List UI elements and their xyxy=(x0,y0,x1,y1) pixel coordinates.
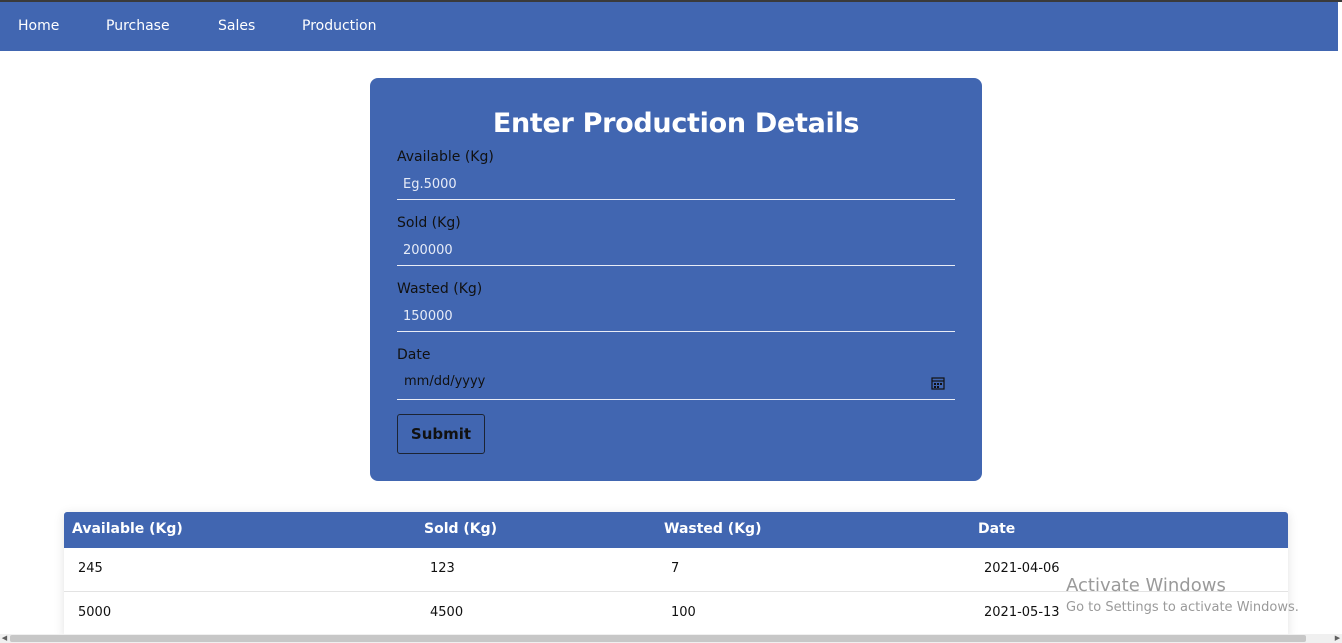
header-date: Date xyxy=(978,521,1016,537)
available-label: Available (Kg) xyxy=(397,149,494,165)
cell-wasted: 7 xyxy=(671,561,680,576)
cell-available: 245 xyxy=(78,561,103,576)
sold-input[interactable] xyxy=(397,236,955,266)
scroll-right-arrow-icon[interactable]: ▶ xyxy=(1333,634,1342,643)
available-input[interactable] xyxy=(397,170,955,200)
scrollbar-thumb[interactable] xyxy=(10,635,1306,642)
nav-right-gap xyxy=(1338,2,1342,51)
wasted-label: Wasted (Kg) xyxy=(397,281,483,297)
cell-sold: 123 xyxy=(430,561,455,576)
sold-label: Sold (Kg) xyxy=(397,215,461,231)
calendar-icon[interactable] xyxy=(931,376,945,390)
horizontal-scrollbar[interactable]: ◀ ▶ xyxy=(0,634,1342,643)
production-form-card: Enter Production Details Available (Kg) … xyxy=(370,78,982,481)
date-label: Date xyxy=(397,347,431,363)
cell-available: 5000 xyxy=(78,605,112,620)
submit-button[interactable]: Submit xyxy=(397,414,485,454)
top-nav-bar: Home Purchase Sales Production xyxy=(0,2,1338,51)
cell-date: 2021-04-06 xyxy=(984,561,1060,576)
header-available: Available (Kg) xyxy=(72,521,183,537)
table-header-row: Available (Kg) Sold (Kg) Wasted (Kg) Dat… xyxy=(64,512,1288,548)
nav-item-production[interactable]: Production xyxy=(302,18,376,34)
scroll-left-arrow-icon[interactable]: ◀ xyxy=(0,634,9,643)
wasted-input[interactable] xyxy=(397,302,955,332)
cell-sold: 4500 xyxy=(430,605,464,620)
production-table: Available (Kg) Sold (Kg) Wasted (Kg) Dat… xyxy=(64,512,1288,636)
activate-windows-title: Activate Windows xyxy=(1066,575,1226,596)
activate-windows-subtitle: Go to Settings to activate Windows. xyxy=(1066,600,1299,615)
cell-date: 2021-05-13 xyxy=(984,605,1060,620)
date-input-value: mm/dd/yyyy xyxy=(404,374,486,389)
nav-item-sales[interactable]: Sales xyxy=(218,18,255,34)
nav-item-purchase[interactable]: Purchase xyxy=(106,18,170,34)
nav-item-home[interactable]: Home xyxy=(18,18,59,34)
header-sold: Sold (Kg) xyxy=(424,521,498,537)
header-wasted: Wasted (Kg) xyxy=(664,521,762,537)
cell-wasted: 100 xyxy=(671,605,696,620)
form-title: Enter Production Details xyxy=(492,108,860,139)
